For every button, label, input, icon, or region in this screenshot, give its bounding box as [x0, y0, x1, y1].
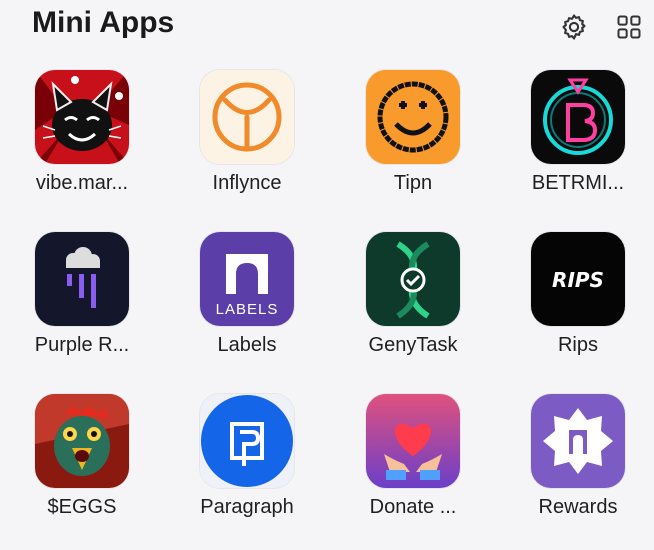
app-label: GenyTask: [368, 334, 458, 356]
labels-arch-icon: LABELS: [200, 232, 294, 326]
app-label: Rips: [557, 334, 598, 356]
app-vibe-market[interactable]: vibe.mar...: [7, 60, 157, 195]
app-label: vibe.mar...: [35, 172, 129, 194]
neon-b-icon: [531, 70, 625, 164]
app-donate[interactable]: Donate ...: [338, 384, 488, 519]
app-labels[interactable]: LABELS Labels: [172, 222, 322, 357]
app-label: Purple R...: [34, 334, 130, 356]
app-label: $EGGS: [47, 496, 117, 518]
app-genytask[interactable]: GenyTask: [338, 222, 488, 357]
heart-hands-icon: [366, 394, 460, 488]
dna-check-icon: [366, 232, 460, 326]
rips-logo-text: RIPS: [552, 268, 604, 292]
app-label: BETRMI...: [531, 172, 625, 194]
app-eggs[interactable]: $EGGS: [7, 384, 157, 519]
app-label: Labels: [217, 334, 277, 356]
rooster-icon: [35, 394, 129, 488]
app-label: Rewards: [538, 496, 618, 518]
cat-jester-icon: [35, 70, 129, 164]
app-paragraph[interactable]: Paragraph: [172, 384, 322, 519]
app-rewards[interactable]: Rewards: [503, 384, 653, 519]
labels-logo-text: LABELS: [216, 301, 279, 318]
app-label: Donate ...: [369, 496, 457, 518]
y-circle-icon: [200, 70, 294, 164]
app-betrmi[interactable]: BETRMI...: [503, 60, 653, 195]
gear-icon[interactable]: [557, 10, 591, 44]
grid-view-icon[interactable]: [612, 10, 646, 44]
app-tipn[interactable]: Tipn: [338, 60, 488, 195]
app-label: Inflynce: [212, 172, 282, 194]
paragraph-icon: [200, 394, 294, 488]
app-rips[interactable]: RIPS Rips: [503, 222, 653, 357]
app-label: Paragraph: [200, 496, 294, 518]
purple-rain-icon: [35, 232, 129, 326]
rewards-badge-icon: [531, 394, 625, 488]
smiley-icon: [366, 70, 460, 164]
app-purple-rain[interactable]: Purple R...: [7, 222, 157, 357]
page-title: Mini Apps: [32, 6, 175, 39]
app-label: Tipn: [393, 172, 433, 194]
rips-logo-icon: RIPS: [531, 232, 625, 326]
app-inflynce[interactable]: Inflynce: [172, 60, 322, 195]
